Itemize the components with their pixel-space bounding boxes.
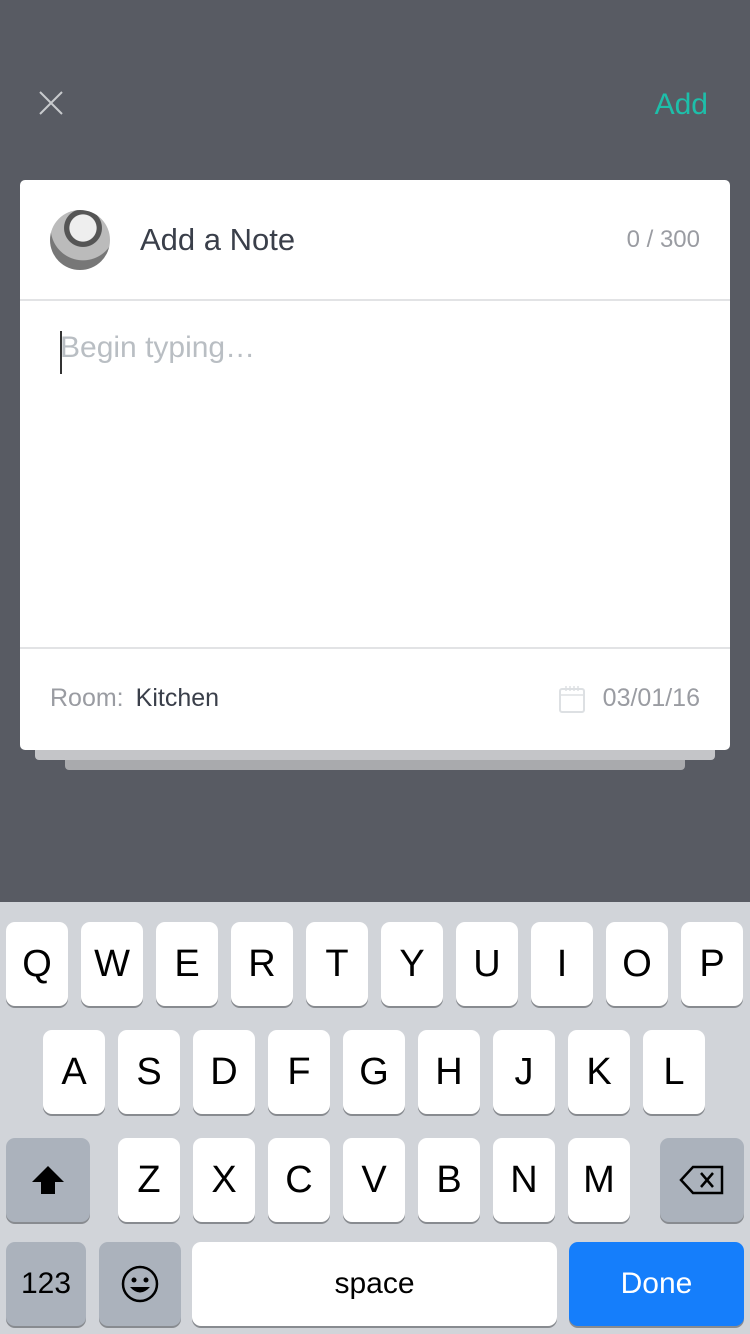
key-k[interactable]: K [568,1030,630,1114]
numbers-key[interactable]: 123 [6,1242,86,1326]
space-key[interactable]: space [192,1242,557,1326]
key-j[interactable]: J [493,1030,555,1114]
key-z[interactable]: Z [118,1138,180,1222]
key-x[interactable]: X [193,1138,255,1222]
backspace-key[interactable] [660,1138,744,1222]
emoji-icon [121,1265,159,1303]
close-icon[interactable] [36,88,66,118]
avatar [50,209,110,270]
key-f[interactable]: F [268,1030,330,1114]
key-d[interactable]: D [193,1030,255,1114]
done-key[interactable]: Done [569,1242,744,1326]
key-e[interactable]: E [156,922,218,1006]
key-h[interactable]: H [418,1030,480,1114]
char-count: 0 / 300 [626,225,700,253]
key-t[interactable]: T [306,922,368,1006]
key-u[interactable]: U [456,922,518,1006]
calendar-icon[interactable] [558,685,585,713]
note-input[interactable] [60,331,690,617]
shift-icon [32,1166,64,1194]
key-m[interactable]: M [568,1138,630,1222]
key-y[interactable]: Y [381,922,443,1006]
key-w[interactable]: W [81,922,143,1006]
text-caret [60,331,62,374]
add-button[interactable]: Add [655,88,708,122]
key-v[interactable]: V [343,1138,405,1222]
key-n[interactable]: N [493,1138,555,1222]
key-l[interactable]: L [643,1030,705,1114]
emoji-key[interactable] [99,1242,181,1326]
key-b[interactable]: B [418,1138,480,1222]
note-header: Add a Note 0 / 300 [20,180,730,301]
key-r[interactable]: R [231,922,293,1006]
key-c[interactable]: C [268,1138,330,1222]
backspace-icon [679,1165,724,1195]
shift-key[interactable] [6,1138,90,1222]
note-title: Add a Note [140,221,296,257]
key-p[interactable]: P [681,922,743,1006]
note-card: Add a Note 0 / 300 Room: Kitchen 03/01/1… [20,180,730,750]
key-o[interactable]: O [606,922,668,1006]
keyboard: 123 space Done QWERTYUIOP ASDFGHJKL ZXCVBN… [0,902,750,1334]
key-g[interactable]: G [343,1030,405,1114]
key-s[interactable]: S [118,1030,180,1114]
room-label: Room: [50,684,124,712]
key-i[interactable]: I [531,922,593,1006]
date-value[interactable]: 03/01/16 [603,684,700,713]
key-q[interactable]: Q [6,922,68,1006]
key-a[interactable]: A [43,1030,105,1114]
room-value[interactable]: Kitchen [136,684,559,713]
